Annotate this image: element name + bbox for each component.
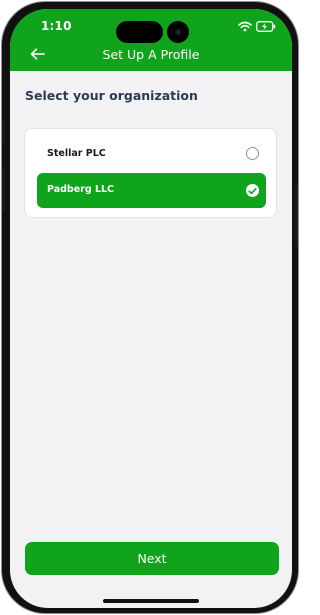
side-button-left [2, 120, 5, 144]
next-button[interactable]: Next [25, 542, 279, 575]
home-indicator [103, 599, 199, 603]
radio-unselected-icon[interactable] [246, 147, 259, 160]
wifi-icon [238, 17, 252, 36]
status-icons [238, 20, 276, 32]
side-button-right [295, 184, 298, 250]
organization-label: Padberg LLC [47, 184, 115, 195]
battery-charging-icon [256, 17, 276, 36]
page-title: Set Up A Profile [102, 47, 200, 62]
organization-option[interactable]: Stellar PLC [37, 137, 266, 172]
dynamic-island [116, 21, 163, 43]
phone-frame: 1:10 Set Up A Profile Select your organi… [1, 1, 299, 614]
camera-icon [167, 21, 189, 43]
organization-list: Stellar PLC Padberg LLC [25, 129, 276, 217]
app-screen: 1:10 Set Up A Profile Select your organi… [10, 9, 292, 608]
status-time: 1:10 [41, 19, 72, 33]
organization-label: Stellar PLC [47, 148, 106, 159]
section-title: Select your organization [25, 88, 198, 103]
side-button-left [2, 167, 5, 211]
organization-option-selected[interactable]: Padberg LLC [37, 173, 266, 208]
radio-checked-icon[interactable] [246, 184, 259, 197]
app-header: 1:10 Set Up A Profile [10, 9, 292, 71]
